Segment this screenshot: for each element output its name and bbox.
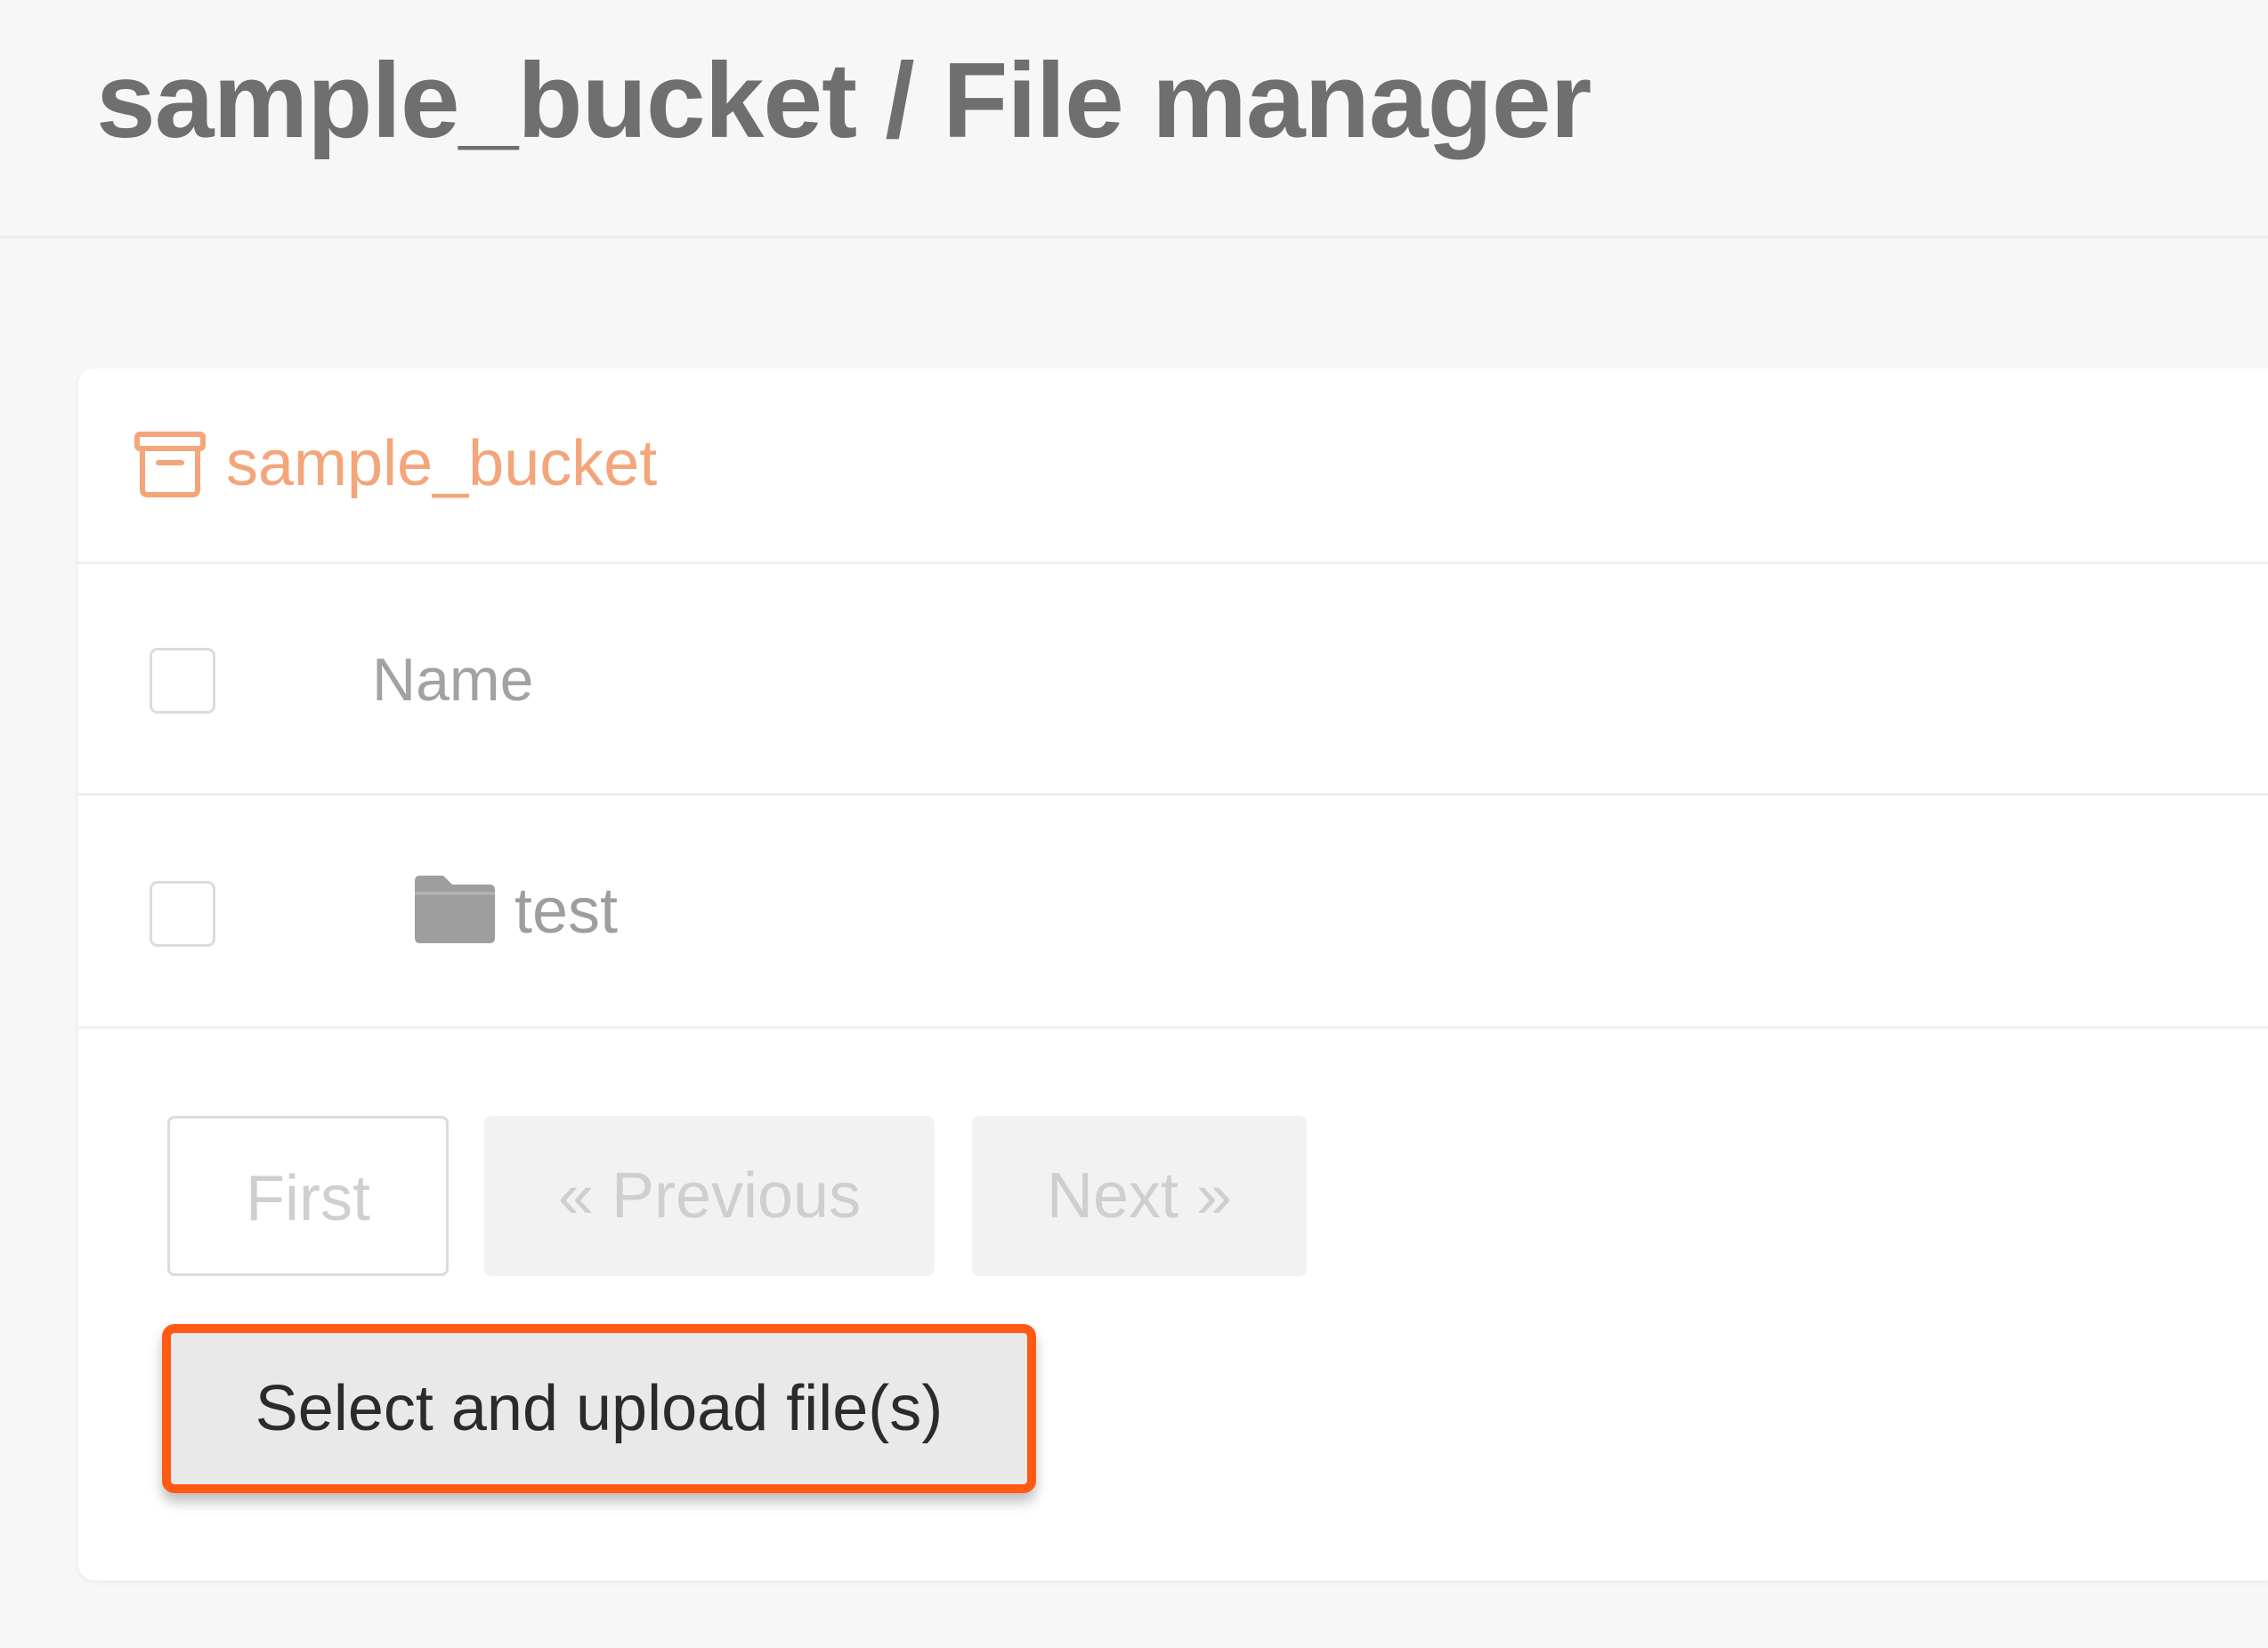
bucket-name-link[interactable]: sample_bucket bbox=[226, 424, 657, 504]
column-header-name[interactable]: Name bbox=[372, 635, 533, 724]
select-and-upload-button[interactable]: Select and upload file(s) bbox=[162, 1324, 1036, 1493]
page-title: sample_bucket / File manager bbox=[96, 41, 1592, 160]
select-all-checkbox[interactable] bbox=[150, 648, 215, 714]
folder-icon bbox=[415, 876, 495, 943]
archive-box-icon bbox=[134, 432, 206, 497]
table-header-row: Name bbox=[78, 564, 2268, 796]
table-row[interactable]: test bbox=[78, 796, 2268, 1029]
row-checkbox[interactable] bbox=[150, 881, 215, 947]
previous-page-button[interactable]: « Previous bbox=[484, 1116, 935, 1276]
bucket-header: sample_bucket bbox=[78, 368, 2268, 564]
page-header: sample_bucket / File manager bbox=[0, 0, 2268, 238]
file-manager-panel: sample_bucket Name test First « Previous… bbox=[78, 368, 2268, 1580]
first-page-button[interactable]: First bbox=[167, 1116, 449, 1276]
next-page-button[interactable]: Next » bbox=[972, 1116, 1307, 1276]
folder-name-link[interactable]: test bbox=[514, 867, 618, 956]
